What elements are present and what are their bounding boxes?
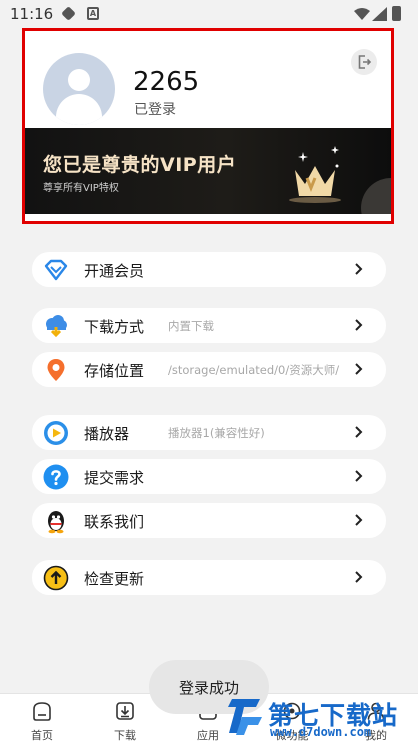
vip-subtitle: 尊享所有VIP特权 [43, 183, 119, 194]
avatar[interactable] [43, 53, 115, 125]
shield-icon [61, 6, 76, 21]
chevron-right-icon [355, 319, 363, 331]
menu-row-feedback[interactable]: 提交需求 [32, 459, 386, 494]
menu-row-storage[interactable]: 存储位置 /storage/emulated/0/资源大师/ [32, 352, 386, 387]
vip-decor [361, 178, 391, 214]
nav-tab-download[interactable]: 下载 [95, 694, 155, 743]
menu-value: /storage/emulated/0/资源大师/ [168, 363, 340, 377]
chevron-right-icon [355, 514, 363, 526]
menu-row-player[interactable]: 播放器 播放器1(兼容性好) [32, 415, 386, 450]
logout-button[interactable] [351, 49, 377, 75]
qq-penguin-icon [48, 511, 64, 534]
menu-row-contact[interactable]: 联系我们 [32, 503, 386, 538]
chevron-right-icon [355, 263, 363, 275]
menu-label: 联系我们 [84, 513, 145, 531]
a-icon: A [87, 7, 99, 20]
vip-banner[interactable]: 您已是尊贵的VIP用户 尊享所有VIP特权 [25, 128, 391, 214]
watermark: 第七下载站 www.d7down.com [222, 692, 418, 743]
avatar-body [56, 94, 102, 125]
wifi-icon [354, 8, 370, 20]
download-icon [116, 702, 134, 720]
chevron-right-icon [355, 470, 363, 482]
menu-label: 下载方式 [84, 318, 145, 336]
menu-label: 开通会员 [84, 262, 145, 280]
nav-label: 首页 [31, 729, 53, 742]
profile-card: 2265 已登录 您已是尊贵的VIP用户 尊享所有VIP特权 [22, 28, 394, 224]
menu-label: 播放器 [84, 425, 130, 443]
chevron-right-icon [355, 363, 363, 375]
menu-value: 播放器1(兼容性好) [168, 426, 265, 440]
signal-icon [372, 7, 387, 21]
menu-row-update[interactable]: 检查更新 [32, 560, 386, 595]
menu-label: 存储位置 [84, 362, 145, 380]
nav-tab-home[interactable]: 首页 [12, 694, 72, 743]
cloud-download-icon [46, 315, 67, 338]
menu-row-download[interactable]: 下载方式 内置下载 [32, 308, 386, 343]
menu-value: 内置下载 [168, 319, 214, 333]
logout-icon [358, 55, 372, 69]
user-name: 2265 [133, 67, 200, 97]
menu-label: 检查更新 [84, 570, 145, 588]
battery-icon [392, 6, 401, 21]
diamond-icon [44, 259, 68, 281]
status-time: 11:16 [10, 5, 54, 23]
watermark-url: www.d7down.com [270, 725, 372, 739]
home-icon [33, 702, 51, 721]
chevron-right-icon [355, 426, 363, 438]
section-gap [0, 224, 418, 252]
nav-label: 下载 [114, 729, 136, 742]
login-status: 已登录 [134, 102, 176, 118]
status-bar: 11:16 A [0, 0, 418, 28]
watermark-logo-icon [228, 699, 262, 735]
menu-row-vip[interactable]: 开通会员 [32, 252, 386, 287]
play-icon [44, 421, 68, 445]
crown-icon [289, 146, 341, 203]
upload-arrow-icon [43, 565, 69, 591]
question-icon [43, 464, 69, 490]
chevron-right-icon [355, 571, 363, 583]
avatar-head [68, 69, 90, 91]
vip-title: 您已是尊贵的VIP用户 [43, 154, 237, 176]
menu-label: 提交需求 [84, 469, 145, 487]
location-pin-icon [47, 359, 65, 381]
